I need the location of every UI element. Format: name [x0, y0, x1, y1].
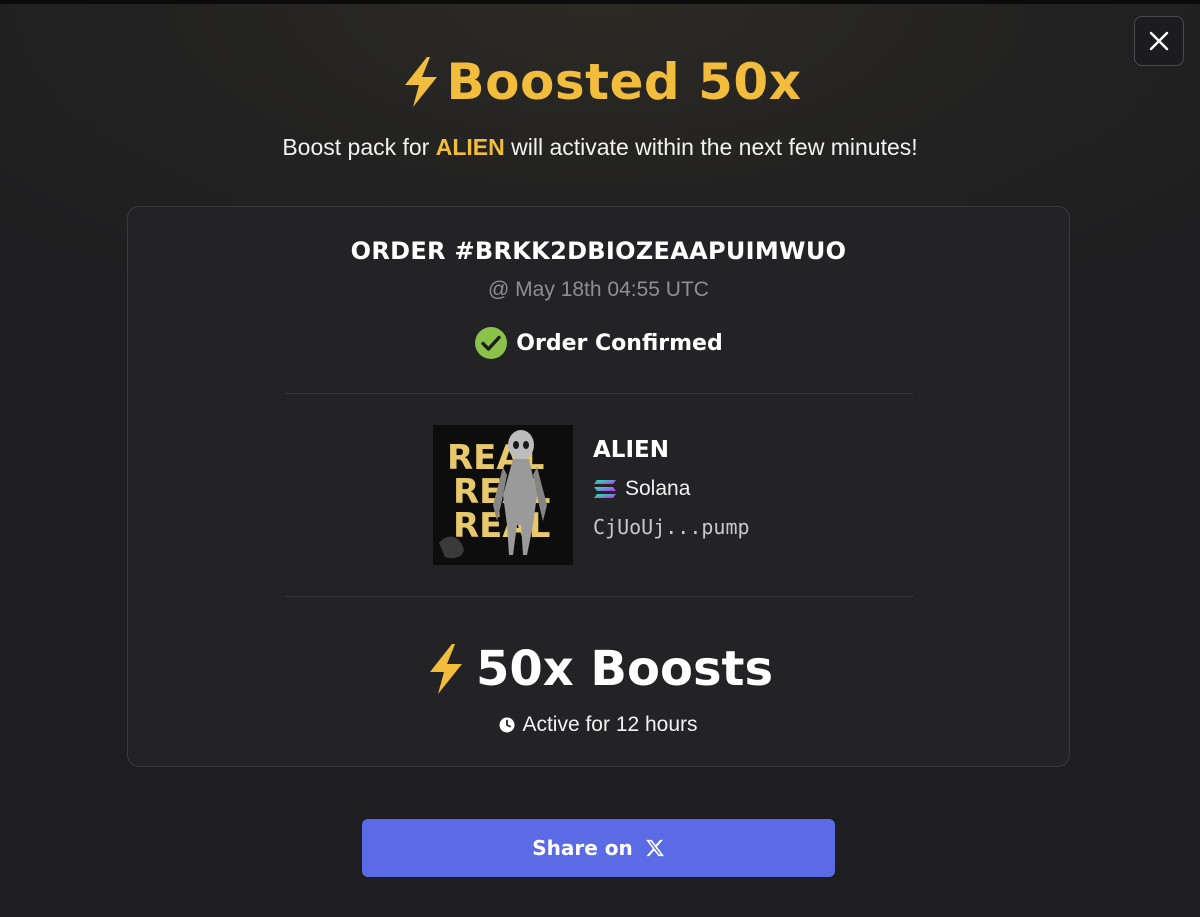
status-label: Order Confirmed — [516, 330, 723, 356]
share-label: Share on — [532, 836, 633, 860]
modal-title: Boosted 50x — [0, 50, 1200, 114]
lightning-bolt-icon — [404, 57, 437, 107]
token-name: ALIEN — [593, 437, 669, 463]
lightning-bolt-icon — [429, 644, 462, 694]
boost-confirmation-modal: Boosted 50x Boost pack for ALIEN will ac… — [0, 0, 1200, 917]
token-chain: Solana — [593, 477, 750, 501]
backdrop-strip — [0, 0, 1200, 4]
x-logo-icon — [645, 839, 664, 857]
title-text: Boosted 50x — [446, 53, 802, 111]
close-icon — [1149, 31, 1169, 51]
divider — [285, 596, 913, 597]
token-address: CjUoUj...pump — [593, 515, 750, 539]
check-circle-icon — [475, 327, 508, 359]
subtitle-prefix: Boost pack for — [282, 134, 436, 160]
order-status: Order Confirmed — [128, 325, 1069, 361]
boost-duration: Active for 12 hours — [128, 710, 1069, 740]
order-id: ORDER #BRKK2DBIOZEAAPUIMWUO — [350, 237, 847, 265]
boosts-label: 50x Boosts — [475, 641, 774, 697]
token-avatar: REAL REAL REAL — [433, 425, 573, 565]
subtitle-suffix: will activate within the next few minute… — [504, 134, 918, 160]
subtitle: Boost pack for ALIEN will activate withi… — [0, 134, 1200, 161]
order-timestamp: @ May 18th 04:55 UTC — [488, 278, 709, 301]
chain-name: Solana — [625, 477, 691, 500]
order-card: ORDER #BRKK2DBIOZEAAPUIMWUO @ May 18th 0… — [127, 206, 1070, 767]
clock-icon — [499, 717, 515, 733]
token-info: ALIEN Solana CjUoUj...pump — [593, 425, 750, 539]
divider — [285, 393, 913, 394]
artwork-text-3: REAL — [453, 506, 550, 546]
token-summary: REAL REAL REAL ALIEN — [433, 425, 750, 565]
duration-label: Active for 12 hours — [522, 713, 698, 736]
solana-icon — [594, 480, 616, 498]
subtitle-token: ALIEN — [435, 134, 505, 160]
boost-amount: 50x Boosts — [128, 639, 1069, 699]
share-on-x-button[interactable]: Share on — [362, 819, 835, 877]
token-artwork: REAL REAL REAL — [433, 425, 573, 565]
